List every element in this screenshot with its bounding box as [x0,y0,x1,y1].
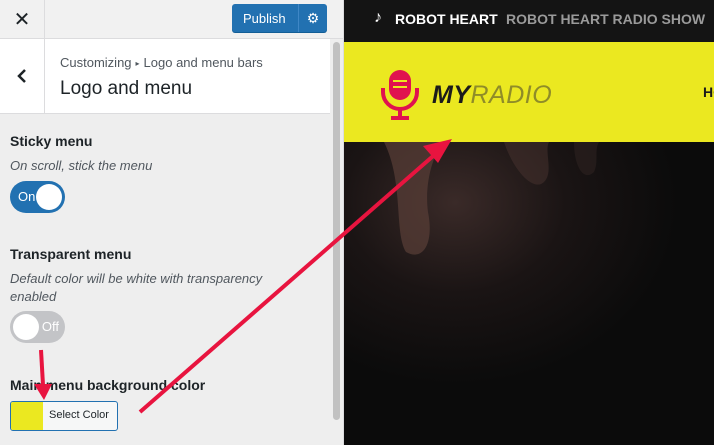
transparent-menu-toggle[interactable]: Off [10,311,65,343]
transparent-menu-description: Default color will be white with transpa… [10,271,263,304]
now-playing-title: ROBOT HEART [395,11,498,27]
close-icon: ✕ [13,8,31,31]
sticky-menu-toggle[interactable]: On [10,181,65,213]
now-playing-bar: ♪ ROBOT HEART ROBOT HEART RADIO SHOW [344,0,714,42]
customizer-topbar: ✕ Publish ⚙ [0,0,343,39]
hero-image [344,142,714,445]
sticky-menu-title: Sticky menu [10,133,93,149]
breadcrumb-parent: Logo and menu bars [143,55,263,70]
back-button[interactable] [0,39,45,113]
toggle-knob [13,314,39,340]
publish-label: Publish [243,10,286,26]
sidebar-scrollbar[interactable] [331,40,341,445]
breadcrumb-root: Customizing [60,55,132,70]
toggle-knob [36,184,62,210]
section-header: Customizing ▸ Logo and menu bars Logo and … [0,39,330,114]
toggle-label: Off [41,319,59,334]
menu-bg-color-title: Main menu background color [10,377,206,393]
music-note-icon: ♪ [374,9,382,26]
scrollbar-thumb[interactable] [333,42,340,420]
gear-icon[interactable]: ⚙ [298,4,327,32]
breadcrumb-separator: ▸ [135,59,140,68]
main-menu-bar: MYRADIO HO [344,42,714,142]
select-color-label: Select Color [49,409,109,421]
chevron-left-icon [17,69,26,83]
close-button[interactable]: ✕ [0,0,45,38]
sticky-menu-description: On scroll, stick the menu [10,158,153,173]
section-title: Logo and menu [60,78,193,99]
nav-item-home[interactable]: HO [703,84,714,100]
transparent-menu-title: Transparent menu [10,246,132,262]
publish-button[interactable]: Publish ⚙ [232,4,327,32]
customizer-sidebar: ✕ Publish ⚙ Customizing ▸ Logo and menu ba… [0,0,344,445]
logo-radio: RADIO [470,81,553,109]
select-color-button[interactable]: Select Color [10,401,118,431]
logo-my: MY [432,81,471,109]
site-logo[interactable]: MYRADIO [432,81,552,110]
toggle-label: On [18,189,36,204]
now-playing-subtitle: ROBOT HEART RADIO SHOW [506,11,706,27]
color-swatch [11,402,43,430]
microphone-icon [381,70,419,120]
site-preview: ♪ ROBOT HEART ROBOT HEART RADIO SHOW MYR… [344,0,714,445]
breadcrumb: Customizing ▸ Logo and menu bars [60,55,263,70]
